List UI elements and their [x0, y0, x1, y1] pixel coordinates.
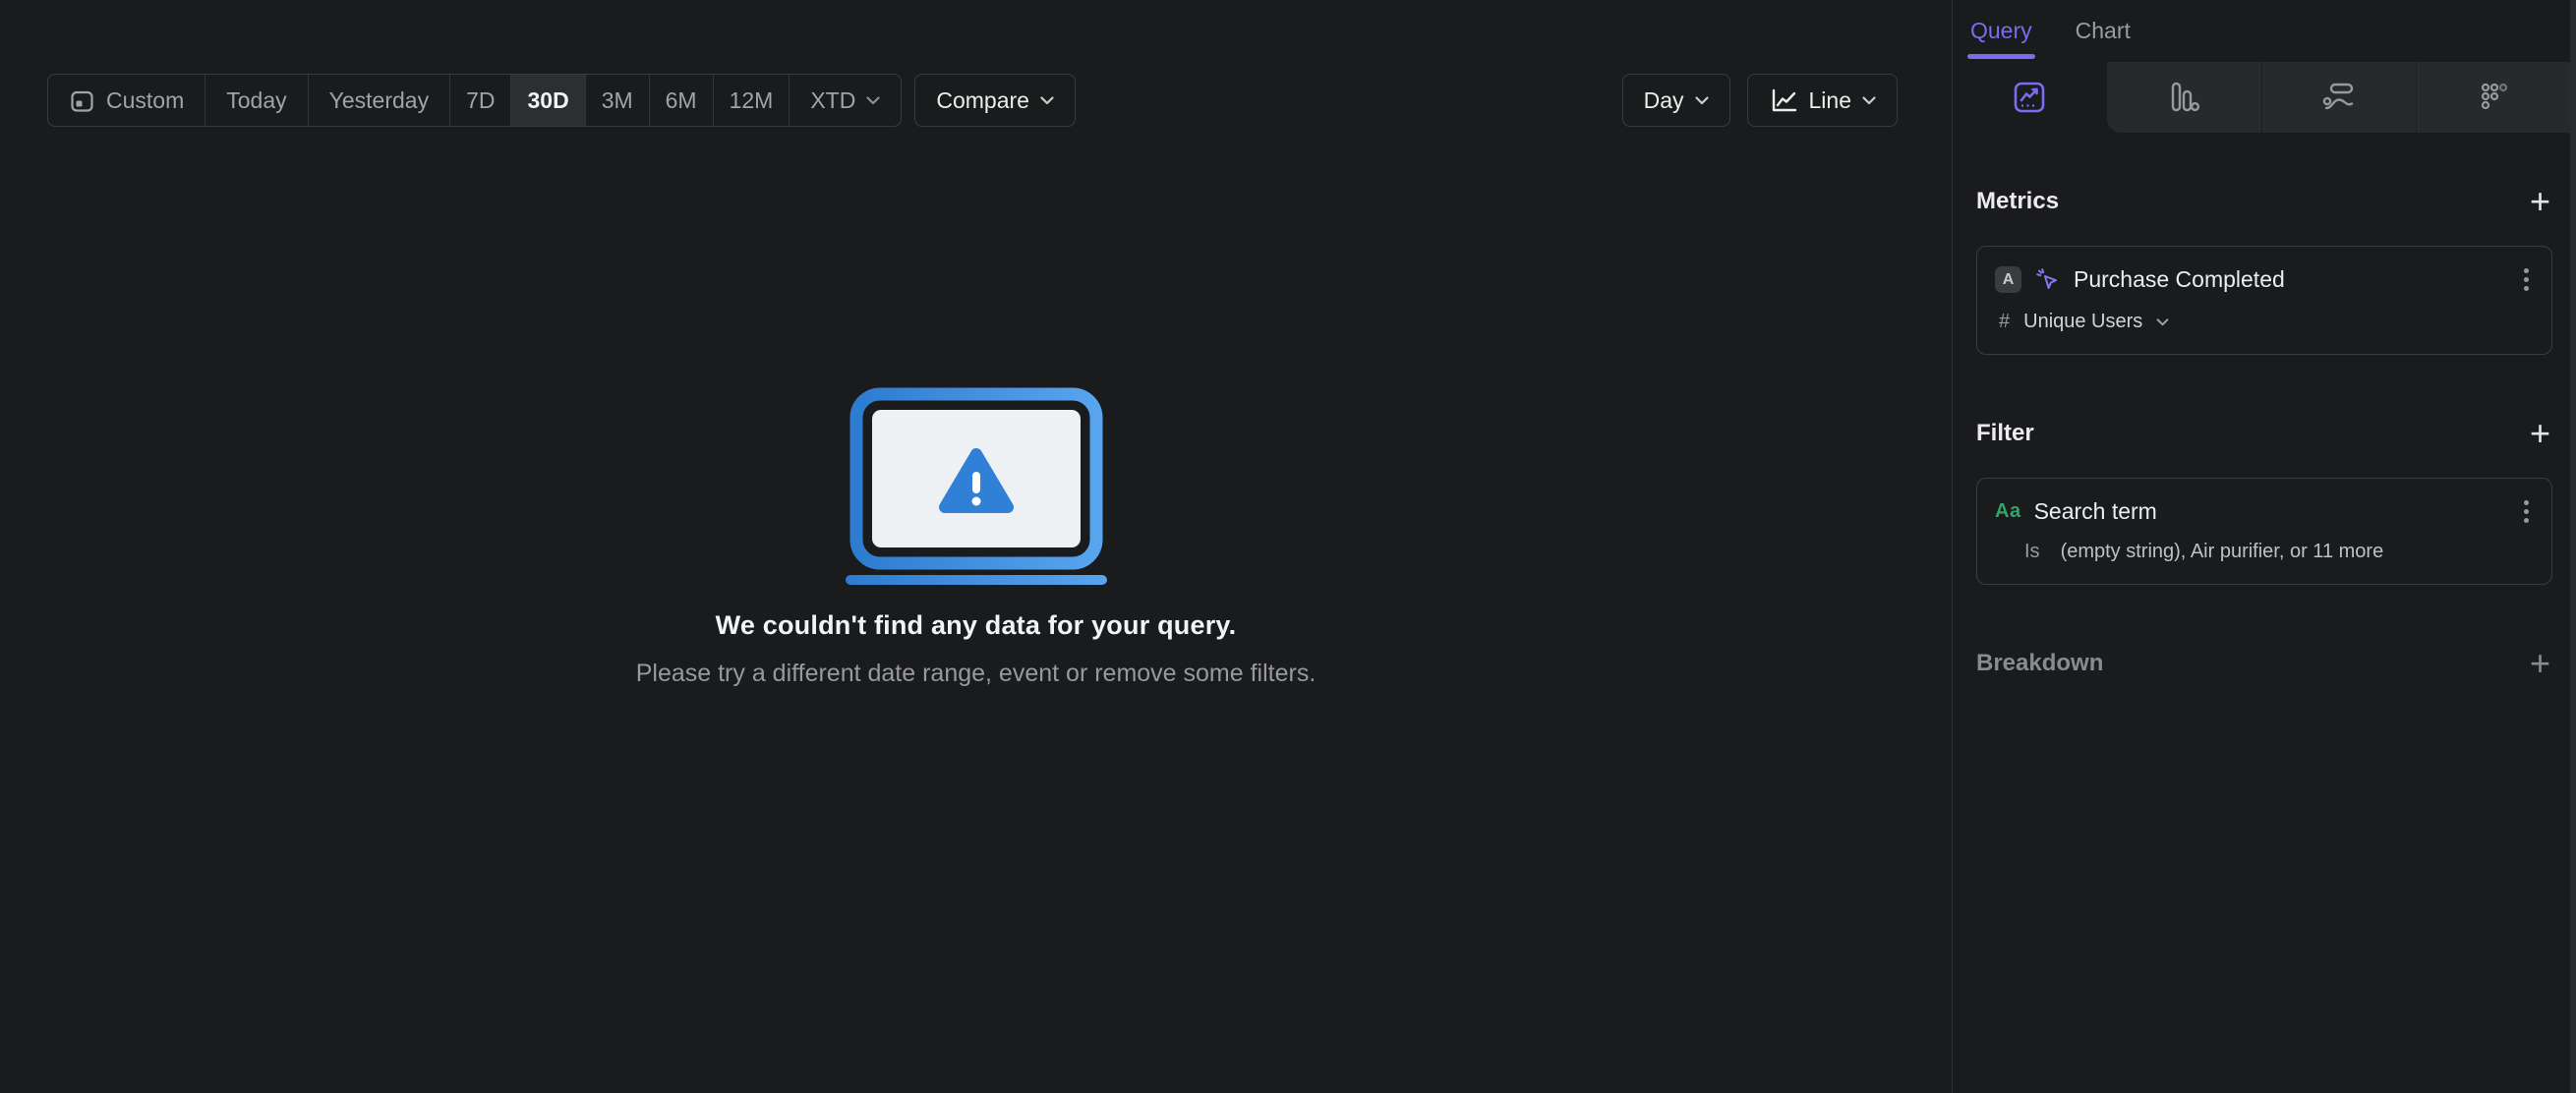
date-range-3m[interactable]: 3M	[586, 75, 650, 126]
scrollbar-gutter[interactable]	[2570, 0, 2576, 1093]
metric-options-button[interactable]	[2519, 265, 2534, 294]
tab-insights[interactable]	[1953, 62, 2107, 133]
text-property-icon: Aa	[1995, 500, 2021, 522]
empty-state-subtitle: Please try a different date range, event…	[635, 660, 1317, 687]
chart-controls: Day Line	[1621, 74, 1898, 127]
date-range-today[interactable]: Today	[205, 75, 309, 126]
toolbar: Custom Today Yesterday 7D 30D 3M 6M 12M …	[47, 74, 1952, 127]
metric-card[interactable]: A Purchase Completed # Unique Users	[1976, 246, 2552, 355]
date-range-12m[interactable]: 12M	[714, 75, 790, 126]
empty-state: We couldn't find any data for your query…	[0, 386, 1952, 688]
tab-chart[interactable]: Chart	[2076, 0, 2131, 62]
filter-card[interactable]: Aa Search term Is (empty string), Air pu…	[1976, 478, 2552, 585]
chevron-down-icon	[1040, 95, 1054, 104]
aggregation-selector[interactable]: Unique Users	[2023, 311, 2142, 333]
filter-options-button[interactable]	[2519, 497, 2534, 526]
chevron-down-icon	[1862, 95, 1876, 104]
compare-button[interactable]: Compare	[914, 74, 1076, 127]
series-letter-badge: A	[1995, 266, 2021, 293]
chevron-down-icon	[866, 95, 880, 104]
filter-property-name: Search term	[2033, 498, 2157, 524]
aggregation-symbol: #	[1999, 311, 2011, 332]
filter-operator[interactable]: Is	[2024, 541, 2040, 563]
tab-flows[interactable]	[2260, 62, 2417, 133]
line-chart-icon	[1772, 88, 1796, 112]
filter-values-summary[interactable]: (empty string), Air purifier, or 11 more	[2061, 541, 2384, 563]
date-range-yesterday[interactable]: Yesterday	[309, 75, 451, 126]
query-sidebar: Query Chart Metrics + A Purchase Complet…	[1952, 0, 2576, 1093]
metric-event-name: Purchase Completed	[2074, 266, 2285, 292]
sidebar-tabs: Query Chart	[1953, 0, 2576, 62]
calendar-icon	[71, 90, 93, 112]
date-range-6m[interactable]: 6M	[650, 75, 714, 126]
retention-icon	[2481, 83, 2507, 110]
funnels-icon	[2171, 82, 2200, 112]
filter-section: Filter + Aa Search term Is (empty string…	[1976, 416, 2552, 585]
insights-icon	[2015, 82, 2045, 113]
metrics-header: Metrics	[1976, 188, 2060, 214]
chart-type-button[interactable]: Line	[1746, 74, 1898, 127]
breakdown-header: Breakdown	[1976, 650, 2104, 676]
filter-header: Filter	[1976, 420, 2034, 446]
chevron-down-icon	[1694, 95, 1709, 104]
empty-state-title: We couldn't find any data for your query…	[715, 610, 1237, 640]
metrics-section: Metrics + A Purchase Completed # Unique …	[1976, 184, 2552, 355]
add-metric-button[interactable]: +	[2528, 184, 2552, 219]
granularity-button[interactable]: Day	[1621, 74, 1730, 127]
date-range-30d[interactable]: 30D	[511, 75, 586, 126]
no-data-illustration	[845, 387, 1107, 585]
date-range-custom[interactable]: Custom	[48, 75, 206, 126]
event-icon	[2036, 268, 2057, 289]
date-range-xtd[interactable]: XTD	[790, 75, 901, 126]
breakdown-section: Breakdown +	[1976, 646, 2552, 681]
report-type-tabs	[1953, 62, 2571, 133]
tab-query[interactable]: Query	[1967, 0, 2035, 62]
add-breakdown-button[interactable]: +	[2528, 646, 2552, 681]
query-builder-panel: Metrics + A Purchase Completed # Unique …	[1953, 184, 2576, 681]
add-filter-button[interactable]: +	[2528, 416, 2552, 451]
app-root: Custom Today Yesterday 7D 30D 3M 6M 12M …	[0, 0, 2576, 1093]
chevron-down-icon[interactable]	[2156, 317, 2169, 326]
date-range-7d[interactable]: 7D	[450, 75, 512, 126]
tab-retention[interactable]	[2416, 62, 2571, 133]
flows-icon	[2322, 83, 2354, 110]
tab-funnels[interactable]	[2106, 62, 2261, 133]
main-canvas: Custom Today Yesterday 7D 30D 3M 6M 12M …	[0, 0, 1952, 1093]
date-range-picker: Custom Today Yesterday 7D 30D 3M 6M 12M …	[47, 74, 903, 127]
date-range-label: Custom	[106, 86, 185, 113]
